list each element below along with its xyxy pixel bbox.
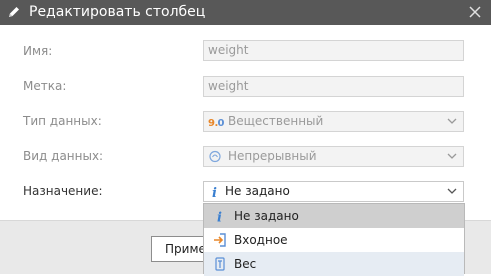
name-field: weight xyxy=(203,40,464,61)
dialog-title: Редактировать столбец xyxy=(29,4,206,20)
weight-icon xyxy=(215,257,225,271)
purpose-label: Назначение: xyxy=(23,184,103,198)
chevron-down-icon xyxy=(447,153,457,159)
data-kind-label: Вид данных: xyxy=(23,149,104,163)
dialog-form: Имя: weight Метка: weight Тип данных: 9 … xyxy=(0,25,491,220)
purpose-value: Не задано xyxy=(225,184,290,198)
number-icon: 9 . 0 xyxy=(208,118,225,128)
dropdown-option-not-set[interactable]: i Не задано xyxy=(204,204,464,228)
pencil-icon xyxy=(9,7,19,17)
name-label: Имя: xyxy=(23,44,53,58)
name-value: weight xyxy=(208,43,249,57)
data-type-select: 9 . 0 Вещественный xyxy=(203,111,464,132)
dropdown-option-input[interactable]: Входное xyxy=(204,228,464,252)
input-arrow-icon xyxy=(214,233,226,247)
data-kind-value: Непрерывный xyxy=(228,149,317,163)
info-icon: i xyxy=(217,211,222,224)
purpose-select[interactable]: i Не задано xyxy=(203,181,464,202)
dropdown-option-label: Не задано xyxy=(234,209,299,223)
close-icon[interactable] xyxy=(467,4,483,20)
chevron-down-icon xyxy=(447,188,457,194)
svg-text:i: i xyxy=(212,186,217,198)
info-icon: i xyxy=(212,186,217,198)
continuous-icon xyxy=(209,150,221,163)
svg-text:i: i xyxy=(217,211,222,224)
purpose-dropdown: i Не задано Входное Вес xyxy=(203,203,465,276)
caption-field: weight xyxy=(203,76,464,97)
dropdown-option-label: Вес xyxy=(234,257,257,271)
dialog-titlebar: Редактировать столбец xyxy=(0,0,491,25)
dropdown-option-label: Входное xyxy=(234,233,288,247)
dropdown-option-weight[interactable]: Вес xyxy=(204,252,464,276)
data-type-label: Тип данных: xyxy=(23,114,102,128)
data-type-value: Вещественный xyxy=(228,114,324,128)
svg-text:0: 0 xyxy=(218,118,225,128)
data-kind-select: Непрерывный xyxy=(203,146,464,167)
chevron-down-icon xyxy=(447,118,457,124)
caption-value: weight xyxy=(208,79,249,93)
caption-label: Метка: xyxy=(23,79,67,93)
